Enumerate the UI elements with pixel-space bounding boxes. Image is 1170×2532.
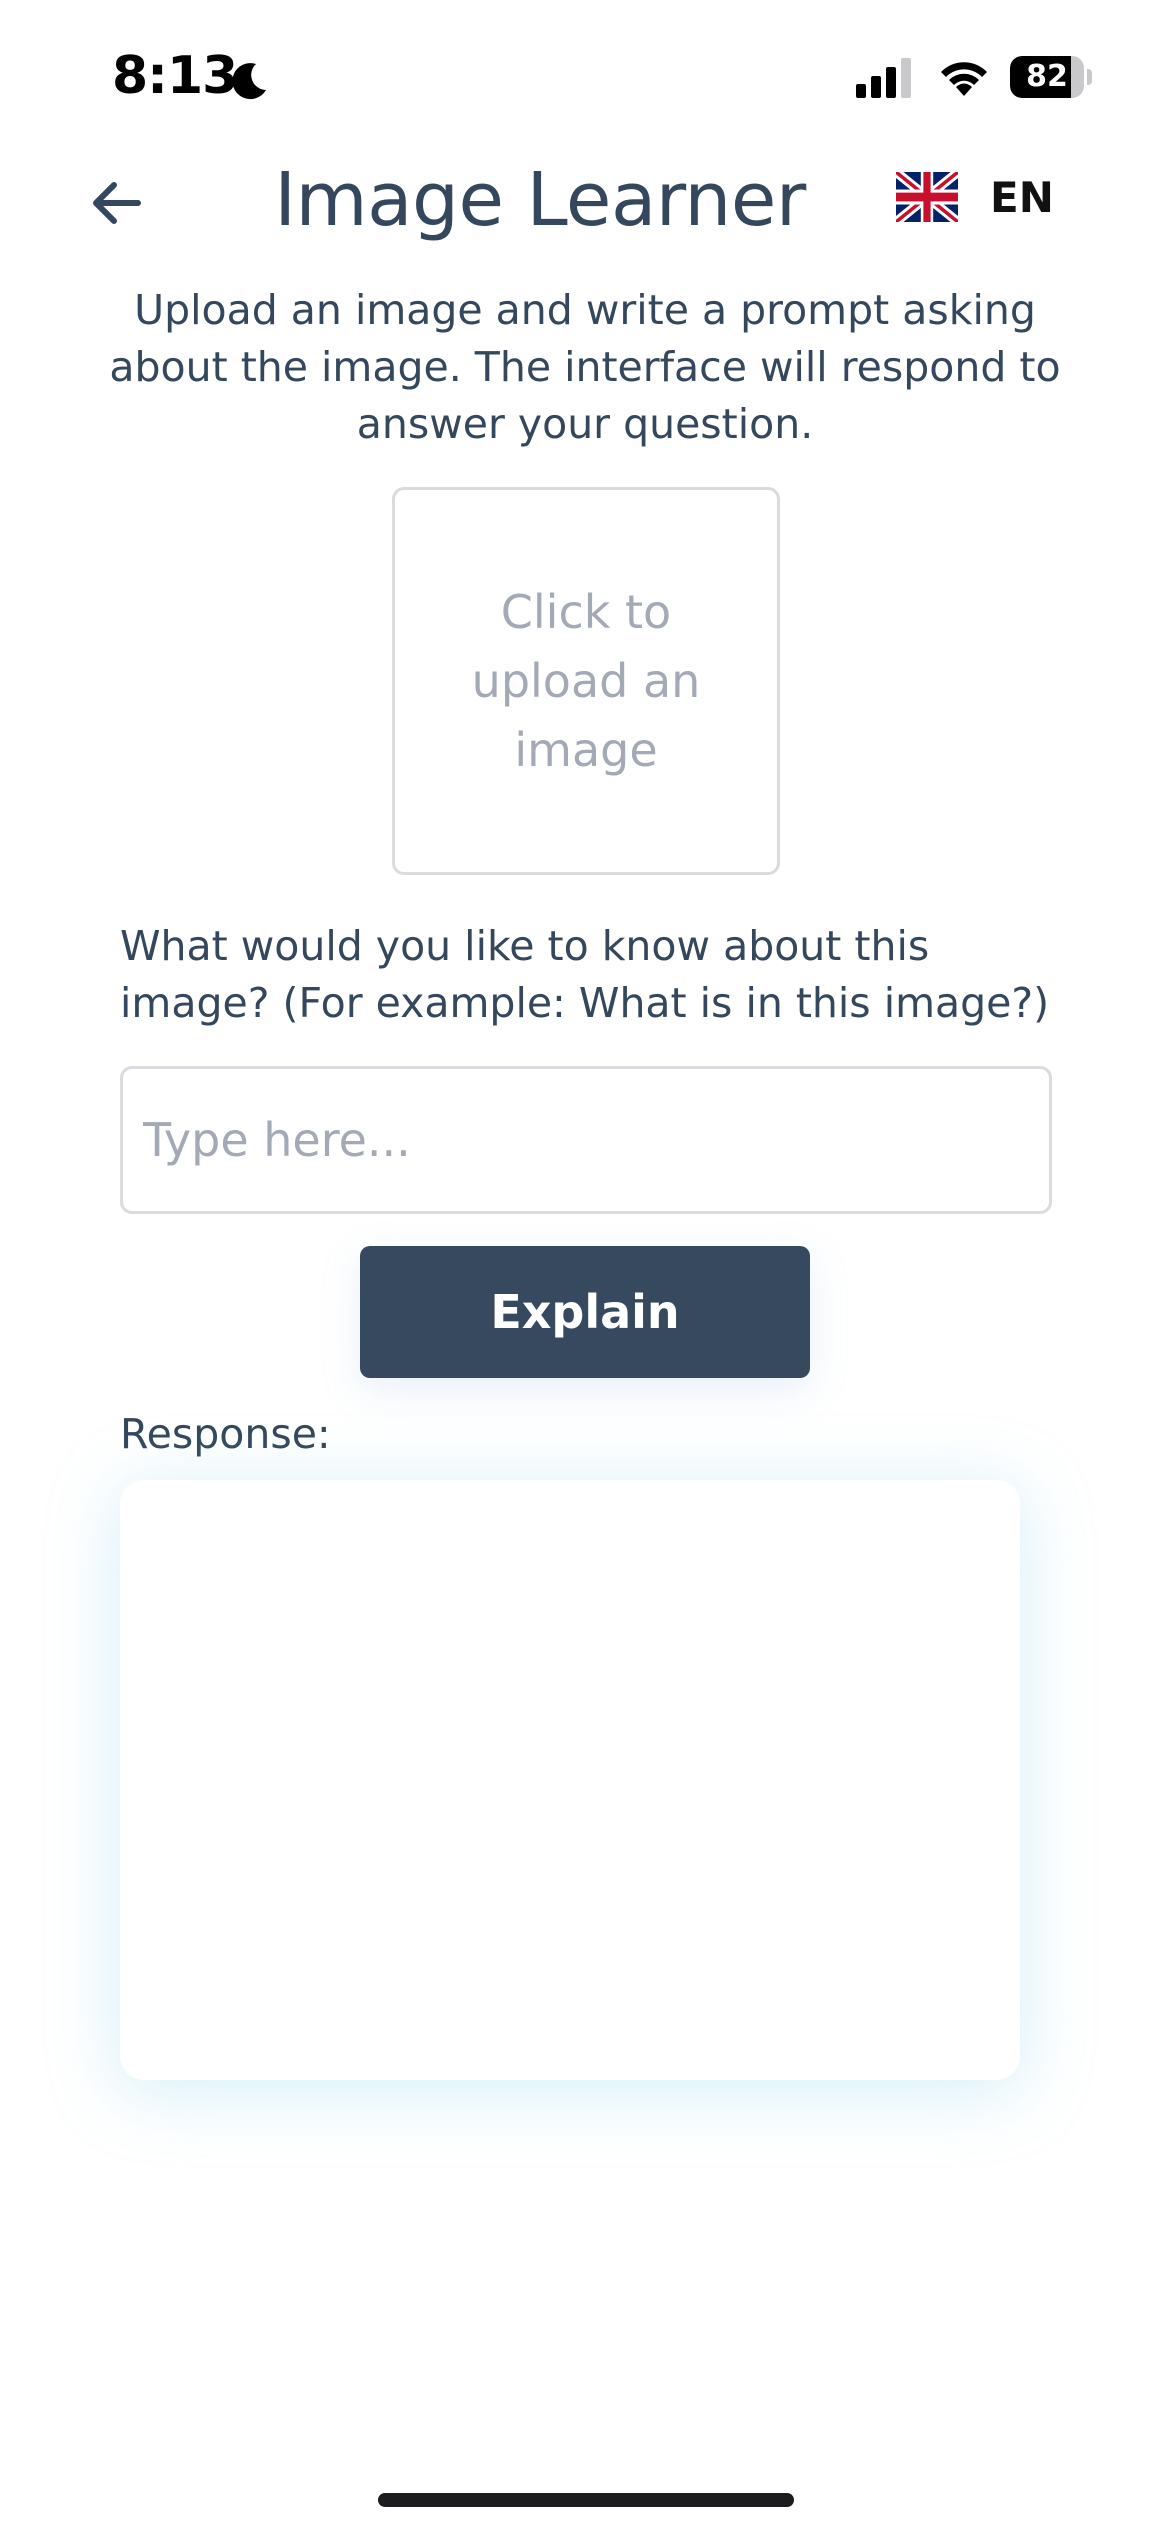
response-box <box>120 1480 1020 2080</box>
back-button[interactable] <box>76 168 156 238</box>
wifi-icon <box>941 62 987 96</box>
intro-text: Upload an image and write a prompt askin… <box>109 286 1061 448</box>
moon-icon <box>232 63 266 100</box>
response-label: Response: <box>120 1410 331 1458</box>
prompt-input[interactable] <box>120 1066 1052 1214</box>
arrow-left-icon <box>93 182 141 224</box>
language-switcher[interactable]: EN <box>896 164 1096 230</box>
page-title: Image Learner <box>274 157 806 243</box>
explain-button[interactable]: Explain <box>360 1246 810 1378</box>
battery-percent: 82 <box>1026 59 1068 94</box>
status-time: 8:13 <box>112 46 238 106</box>
home-indicator <box>378 2493 794 2507</box>
signal-icon <box>856 58 911 98</box>
status-bar: 8:13 82 <box>0 0 1170 150</box>
upload-label: Click to upload an image <box>471 584 701 777</box>
battery-icon: 82 <box>1010 56 1092 98</box>
language-code: EN <box>990 172 1054 222</box>
upload-image-box[interactable]: Click to upload an image <box>392 487 780 875</box>
uk-flag-icon <box>896 172 958 222</box>
prompt-label: What would you like to know about this i… <box>120 922 1050 1027</box>
